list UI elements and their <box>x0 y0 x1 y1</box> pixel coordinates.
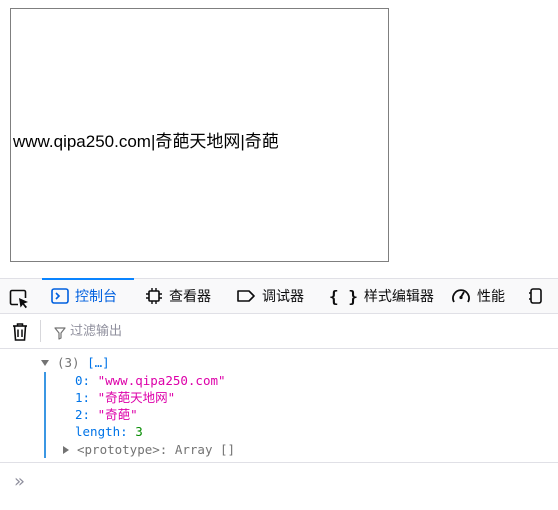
performance-icon <box>452 289 470 303</box>
element-picker-icon[interactable] <box>8 287 30 309</box>
tab-memory-partial[interactable] <box>528 279 546 313</box>
filter-bar <box>0 314 558 349</box>
entry-value: "www.qipa250.com" <box>97 373 226 388</box>
console-output: (3) […] 0: "www.qipa250.com" 1: "奇葩天地网" … <box>0 350 558 462</box>
entry-key: 0: <box>75 373 91 388</box>
console-icon <box>51 288 69 304</box>
length-value: 3 <box>135 424 143 439</box>
prototype-key: <prototype>: <box>77 442 168 457</box>
array-entry: 1: "奇葩天地网" <box>75 389 175 406</box>
tab-style-editor[interactable]: { } 样式编辑器 <box>329 279 434 313</box>
array-summary[interactable]: (3) […] <box>40 355 110 370</box>
array-entry: 2: "奇葩" <box>75 406 138 423</box>
prototype-value: Array [] <box>174 442 236 457</box>
entry-value: "奇葩" <box>97 407 138 422</box>
prototype-row[interactable]: <prototype>: Array [] <box>62 442 235 457</box>
memory-icon <box>529 288 542 304</box>
array-entry: 0: "www.qipa250.com" <box>75 372 226 389</box>
entry-value: "奇葩天地网" <box>97 390 176 405</box>
collapsed-arrow-icon <box>63 445 69 454</box>
filter-separator <box>40 320 41 342</box>
entry-key: 1: <box>75 390 91 405</box>
filter-output-input[interactable] <box>70 320 270 342</box>
array-length: length: 3 <box>75 423 143 440</box>
group-indent-line <box>44 372 46 458</box>
prompt-chevron-icon: » <box>14 471 26 492</box>
filter-icon <box>54 325 66 344</box>
style-editor-icon: { } <box>329 286 358 306</box>
tab-performance-label: 性能 <box>477 289 505 305</box>
length-key: length: <box>75 424 128 439</box>
tab-console[interactable]: 控制台 <box>42 278 134 313</box>
tab-inspector[interactable]: 查看器 <box>145 279 211 313</box>
tab-inspector-label: 查看器 <box>169 289 211 305</box>
page-preview: www.qipa250.com|奇葩天地网|奇葩 <box>10 8 389 262</box>
tab-debugger[interactable]: 调试器 <box>236 279 304 313</box>
array-count: (3) <box>57 355 80 370</box>
trash-icon[interactable] <box>11 322 29 346</box>
entry-key: 2: <box>75 407 91 422</box>
inspector-icon <box>146 288 162 304</box>
array-preview: […] <box>87 355 110 370</box>
tab-debugger-label: 调试器 <box>262 289 304 305</box>
devtools-toolbar: 控制台 查看器 调试器 { } 样式编辑器 性能 <box>0 278 558 314</box>
expanded-arrow-icon <box>41 359 49 366</box>
tab-style-editor-label: 样式编辑器 <box>363 289 434 305</box>
tab-console-label: 控制台 <box>75 289 117 305</box>
tab-performance[interactable]: 性能 <box>451 279 505 313</box>
debugger-icon <box>237 290 255 302</box>
console-input-bar[interactable]: » <box>0 462 558 510</box>
preview-text: www.qipa250.com|奇葩天地网|奇葩 <box>13 132 279 151</box>
